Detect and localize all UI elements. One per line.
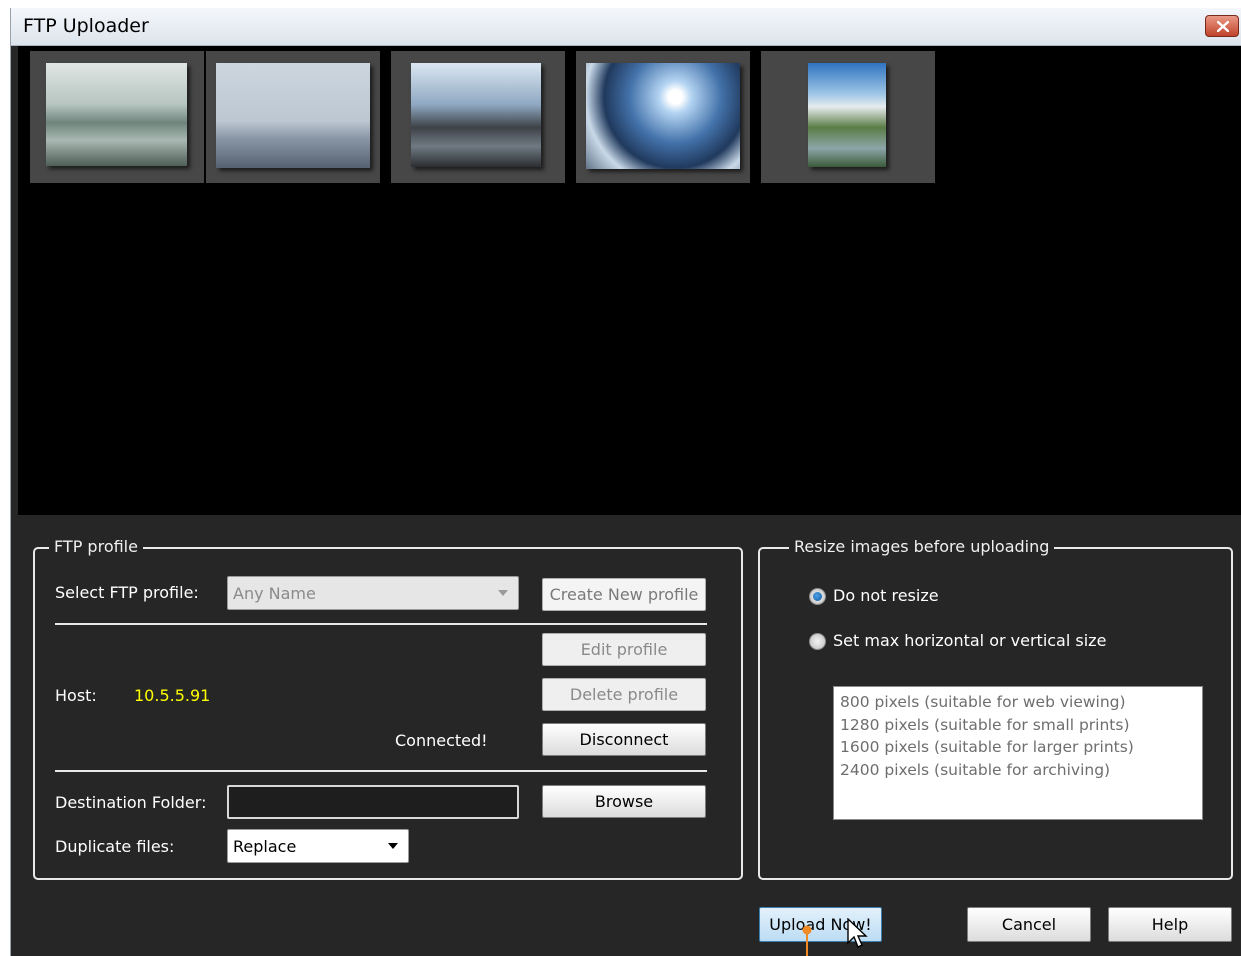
radio-do-not-resize[interactable] xyxy=(809,588,826,605)
duplicate-files-select[interactable]: Replace xyxy=(227,829,409,863)
duplicate-files-value: Replace xyxy=(233,836,297,856)
resize-legend: Resize images before uploading xyxy=(789,537,1055,556)
thumbnail-image xyxy=(586,63,740,169)
destination-folder-input[interactable] xyxy=(227,785,519,819)
ftp-profile-legend: FTP profile xyxy=(49,537,143,556)
do-not-resize-label[interactable]: Do not resize xyxy=(833,586,939,605)
thumbnail-image xyxy=(808,63,886,167)
ftp-uploader-window: FTP Uploader FTP profile Select FTP prof… xyxy=(10,8,1241,956)
host-value: 10.5.5.91 xyxy=(134,686,211,705)
duplicate-files-label: Duplicate files: xyxy=(55,837,175,856)
ftp-profile-value: Any Name xyxy=(233,583,316,603)
thumbnail-sailing-ship[interactable] xyxy=(206,51,380,183)
thumbnail-gallery xyxy=(18,46,1241,515)
list-item[interactable]: 2400 pixels (suitable for archiving) xyxy=(840,759,1196,782)
thumbnail-image xyxy=(411,63,541,167)
close-icon xyxy=(1217,21,1229,32)
thumbnail-snow-sunburst[interactable] xyxy=(576,51,750,183)
cancel-button[interactable]: Cancel xyxy=(967,907,1091,942)
ftp-profile-select[interactable]: Any Name xyxy=(227,576,519,610)
thumbnail-mountain-lake[interactable] xyxy=(761,51,935,183)
edit-profile-button[interactable]: Edit profile xyxy=(542,633,706,666)
divider xyxy=(55,623,707,625)
size-options-list[interactable]: 800 pixels (suitable for web viewing) 12… xyxy=(833,686,1203,820)
disconnect-button[interactable]: Disconnect xyxy=(542,723,706,756)
ftp-profile-group: FTP profile Select FTP profile: Any Name… xyxy=(33,537,743,880)
chevron-down-icon xyxy=(498,590,508,596)
destination-folder-label: Destination Folder: xyxy=(55,793,207,812)
list-item[interactable]: 1600 pixels (suitable for larger prints) xyxy=(840,736,1196,759)
pointer-marker-icon xyxy=(802,925,812,956)
thumbnail-image xyxy=(46,63,187,166)
resize-group: Resize images before uploading Do not re… xyxy=(758,537,1233,880)
list-item[interactable]: 800 pixels (suitable for web viewing) xyxy=(840,691,1196,714)
connection-status: Connected! xyxy=(395,731,488,750)
browse-button[interactable]: Browse xyxy=(542,785,706,818)
create-profile-button[interactable]: Create New profile xyxy=(542,578,706,611)
radio-set-max-size[interactable] xyxy=(809,633,826,650)
mouse-cursor-icon xyxy=(847,918,868,948)
thumbnail-foggy-lake[interactable] xyxy=(30,51,204,183)
help-button[interactable]: Help xyxy=(1108,907,1232,942)
thumbnail-image xyxy=(216,63,370,168)
host-label: Host: xyxy=(55,686,97,705)
set-max-size-label[interactable]: Set max horizontal or vertical size xyxy=(833,631,1106,650)
close-button[interactable] xyxy=(1205,15,1239,37)
chevron-down-icon xyxy=(388,843,398,849)
delete-profile-button[interactable]: Delete profile xyxy=(542,678,706,711)
select-profile-label: Select FTP profile: xyxy=(55,583,199,602)
divider xyxy=(55,770,707,772)
window-title: FTP Uploader xyxy=(23,15,149,37)
list-item[interactable]: 1280 pixels (suitable for small prints) xyxy=(840,714,1196,737)
thumbnail-city-statue[interactable] xyxy=(391,51,565,183)
title-bar[interactable]: FTP Uploader xyxy=(11,8,1241,46)
